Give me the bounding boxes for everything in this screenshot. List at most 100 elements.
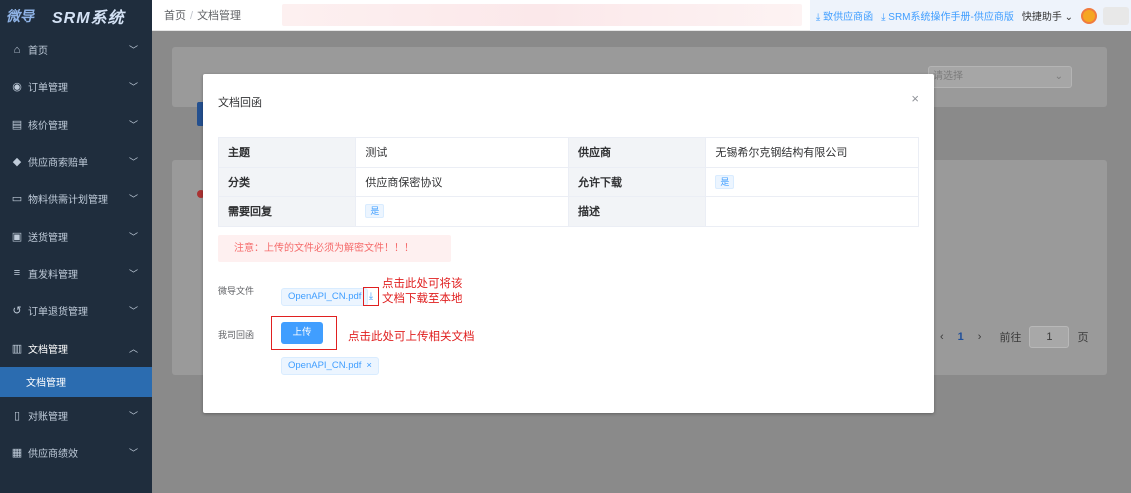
sidebar-item-label: 首页: [28, 46, 48, 58]
page-number[interactable]: 1: [958, 331, 964, 343]
download-note-line-1: 点击此处可将该: [382, 278, 463, 290]
sidebar-item[interactable]: ◆ 供应商索赔单 ﹀: [0, 143, 152, 180]
goto-page-input[interactable]: 1: [1029, 326, 1070, 348]
table-row: 主题 测试 供应商 无锡希尔克钢结构有限公司: [217, 137, 919, 168]
chevron-down-icon: ﹀: [128, 157, 138, 168]
sidebar-item-label: 直发料管理: [28, 269, 78, 281]
table-row: 需要回复 是 描述: [217, 196, 919, 227]
header-actions: ⤓ 致供应商函 ⤓ SRM系统操作手册-供应商版 快捷助手 ⌄: [809, 0, 1131, 31]
sidebar-item[interactable]: ⌂ 首页 ﹀: [0, 31, 152, 68]
chart-icon: ▦: [11, 447, 23, 460]
monitor-icon: ▭: [11, 193, 23, 206]
sidebar-item[interactable]: ▭ 物料供需计划管理 ﹀: [0, 180, 152, 217]
subject-key: 主题: [217, 137, 357, 168]
download-note-line-2: 文档下载至本地: [382, 293, 463, 305]
download-allowed-tag: 是: [715, 174, 735, 189]
select-placeholder: 请选择: [933, 71, 963, 82]
document-file-name: OpenAPI_CN.pdf: [288, 291, 362, 302]
manual-download-link[interactable]: ⤓ SRM系统操作手册-供应商版: [881, 8, 1014, 23]
supplier-value: 无锡希尔克钢结构有限公司: [705, 137, 919, 168]
close-icon[interactable]: ×: [911, 91, 919, 106]
subject-value: 测试: [355, 137, 569, 168]
category-key: 分类: [217, 166, 357, 197]
breadcrumb: 首页 / 文档管理: [152, 7, 241, 23]
chevron-up-icon: ︿: [128, 343, 138, 354]
brand-logo: 微导: [6, 7, 34, 24]
table-row: 分类 供应商保密协议 允许下载 是: [217, 166, 919, 197]
sidebar-item[interactable]: ▯ 对账管理 ﹀: [0, 397, 152, 434]
sidebar-item[interactable]: ↺ 订单退货管理 ﹀: [0, 292, 152, 329]
chevron-down-icon: ﹀: [128, 119, 138, 130]
reply-required-cell: 是: [355, 196, 569, 227]
download-allowed-key: 允许下载: [567, 166, 707, 197]
sidebar-item-label: 供应商绩效: [28, 449, 78, 461]
file-label: 微导文件: [218, 286, 255, 296]
document-icon: ▤: [11, 118, 23, 131]
sidebar-item-label: 文档管理: [28, 344, 68, 356]
check-circle-icon: ◉: [12, 81, 22, 94]
chevron-down-icon: ﹀: [128, 410, 138, 421]
blurred-username: [1103, 6, 1129, 25]
description-key: 描述: [567, 196, 707, 227]
document-reply-dialog: 文档回函 × 主题 测试 供应商 无锡希尔克钢结构有限公司 分类 供应商保密协议…: [203, 74, 934, 413]
breadcrumb-separator: /: [190, 10, 194, 22]
blurred-banner: [282, 4, 802, 26]
supplier-letter-link[interactable]: ⤓ 致供应商函: [816, 8, 873, 23]
sidebar-item-label: 订单退货管理: [28, 307, 88, 319]
reply-required-key: 需要回复: [217, 196, 357, 227]
description-value: [705, 196, 919, 227]
upload-button[interactable]: 上传: [281, 322, 323, 344]
sliders-icon: ≡: [13, 267, 21, 280]
chevron-down-icon: ﹀: [128, 82, 138, 93]
sidebar-item[interactable]: ▦ 供应商绩效 ﹀: [0, 434, 152, 471]
sidebar-item-label: 订单管理: [28, 83, 68, 95]
sidebar: 微导 SRM系统 ⌂ 首页 ﹀ ◉ 订单管理 ﹀ ▤ 核价管理 ﹀ ◆ 供应商索赔单 ﹀ ▭ 物料供需计划…: [0, 0, 152, 493]
upload-note: 点击此处可上传相关文档: [348, 331, 475, 343]
sidebar-sub-item-label: 文档管理: [26, 378, 66, 390]
logo: 微导 SRM系统: [0, 0, 152, 31]
sidebar-item-label: 核价管理: [28, 120, 68, 132]
next-page-icon[interactable]: ›: [978, 331, 982, 343]
chevron-down-icon: ﹀: [128, 448, 138, 459]
quick-helper-dropdown[interactable]: 快捷助手 ⌄: [1022, 8, 1073, 23]
breadcrumb-home[interactable]: 首页: [164, 10, 186, 22]
uploaded-file-name: OpenAPI_CN.pdf: [288, 360, 362, 371]
file-icon: ▥: [11, 342, 23, 355]
chevron-down-icon: ﹀: [128, 306, 138, 317]
sidebar-item[interactable]: ▤ 核价管理 ﹀: [0, 106, 152, 143]
chevron-down-icon: ⌄: [1054, 71, 1063, 82]
warning-alert: 注意：上传的文件必须为解密文件！！！: [218, 235, 451, 262]
sidebar-item[interactable]: ▣ 送货管理 ﹀: [0, 217, 152, 254]
reply-label: 我司回函: [218, 330, 255, 340]
chevron-down-icon: ﹀: [128, 194, 138, 205]
avatar[interactable]: [1081, 7, 1097, 24]
uploaded-file-chip[interactable]: OpenAPI_CN.pdf ×: [281, 357, 379, 375]
download-icon[interactable]: ⤓: [363, 287, 379, 306]
sidebar-item[interactable]: ▥ 文档管理 ︿: [0, 329, 152, 366]
ledger-icon: ▯: [13, 409, 21, 422]
home-icon: ⌂: [13, 43, 21, 56]
sidebar-sub-item-docs[interactable]: 文档管理: [0, 366, 152, 397]
supplier-key: 供应商: [567, 137, 707, 168]
system-name: SRM系统: [52, 9, 125, 27]
remove-file-icon[interactable]: ×: [366, 360, 372, 371]
chevron-down-icon: ﹀: [128, 268, 138, 279]
sidebar-item[interactable]: ◉ 订单管理 ﹀: [0, 68, 152, 105]
prev-page-icon[interactable]: ‹: [940, 331, 944, 343]
reply-required-tag: 是: [365, 204, 385, 219]
goto-label: 前往: [999, 332, 1022, 344]
sidebar-item-label: 送货管理: [28, 232, 68, 244]
shield-icon: ◆: [12, 156, 22, 169]
chevron-down-icon: ﹀: [128, 45, 138, 56]
chevron-down-icon: ﹀: [128, 231, 138, 242]
sidebar-item[interactable]: ≡ 直发料管理 ﹀: [0, 255, 152, 292]
filter-select-background: 请选择 ⌄: [928, 66, 1072, 88]
sidebar-item-label: 对账管理: [28, 411, 68, 423]
breadcrumb-current: 文档管理: [197, 10, 242, 22]
pagination: ‹ 1 › 前往 1 页: [940, 326, 1088, 348]
category-value: 供应商保密协议: [355, 166, 569, 197]
page-unit: 页: [1077, 332, 1089, 344]
package-icon: ▣: [11, 230, 23, 243]
download-note: 点击此处可将该 文档下载至本地: [382, 277, 463, 307]
document-file-link[interactable]: OpenAPI_CN.pdf: [281, 288, 369, 306]
